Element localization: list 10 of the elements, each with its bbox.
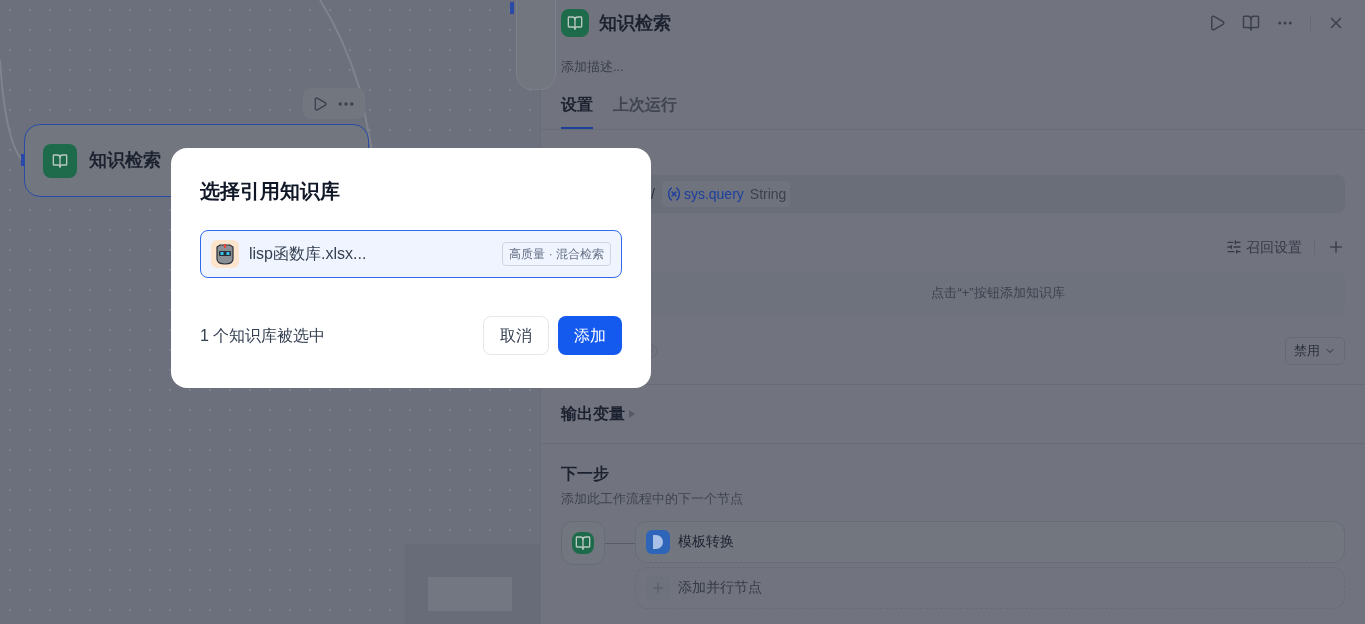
next-node-title: 模板转换 (678, 532, 734, 551)
retrieval-tag: 高质量 · 混合检索 (502, 242, 611, 266)
knowledge-name: lisp函数库.xlsx... (249, 244, 368, 264)
variable-name: sys.query (683, 184, 744, 204)
panel-title: 知识检索 (599, 11, 671, 35)
section-title: 下一步 (561, 464, 610, 484)
path-separator: / (651, 184, 655, 204)
dialog-title: 选择引用知识库 (200, 179, 341, 204)
node-title: 知识检索 (89, 149, 161, 172)
selected-count: 1 个知识库被选中 (200, 325, 327, 346)
